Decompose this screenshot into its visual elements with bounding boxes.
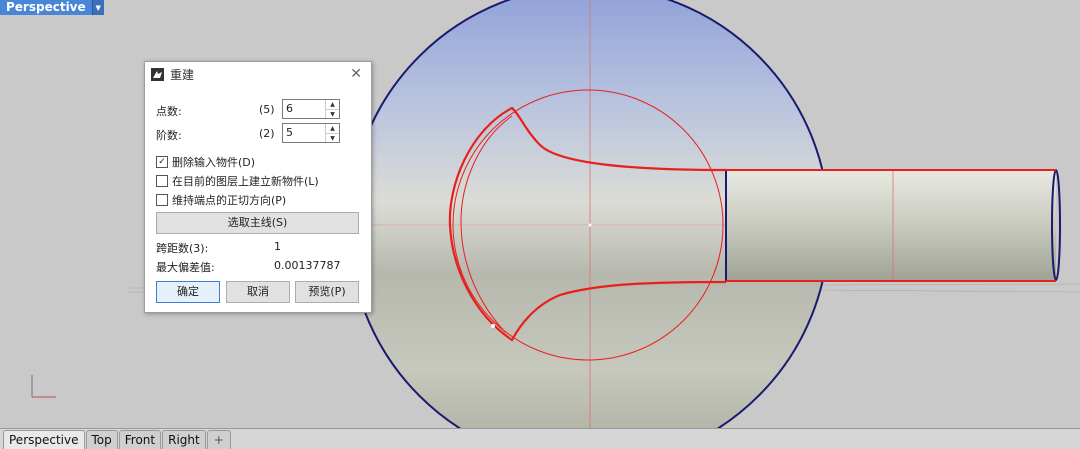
degree-stepper[interactable]: 5 ▲ ▼ (282, 123, 340, 143)
checkbox-label: 维持端点的正切方向(P) (172, 194, 287, 207)
checkbox-box[interactable] (156, 194, 168, 206)
point-count-value[interactable]: 6 (286, 102, 293, 115)
checkbox-box[interactable] (156, 175, 168, 187)
stepper-down-icon[interactable]: ▼ (326, 134, 339, 143)
keep-tangent-checkbox[interactable]: 维持端点的正切方向(P) (156, 192, 286, 208)
checkmark-icon[interactable]: ✓ (156, 156, 168, 168)
stepper-up-icon[interactable]: ▲ (326, 100, 339, 110)
rebuild-dialog: 重建 ✕ 点数: (5) 6 ▲ ▼ 阶数: (2) 5 ▲ ▼ ✓ 删除输入物… (144, 61, 372, 313)
checkbox-label: 删除输入物件(D) (172, 156, 256, 169)
degree-original: (2) (259, 127, 275, 140)
max-deviation-label: 最大偏差值: (156, 261, 215, 274)
add-viewport-icon[interactable]: + (206, 430, 231, 449)
current-layer-checkbox[interactable]: 在目前的图层上建立新物件(L) (156, 173, 319, 189)
span-count-value: 1 (274, 240, 281, 253)
point-count-label: 点数: (156, 105, 182, 118)
preview-button[interactable]: 预览(P) (295, 281, 359, 303)
cancel-button[interactable]: 取消 (226, 281, 290, 303)
viewport-menu-chevron-icon[interactable]: ▼ (91, 0, 104, 15)
cylinder-body (726, 170, 1056, 281)
point-count-stepper[interactable]: 6 ▲ ▼ (282, 99, 340, 119)
point-count-original: (5) (259, 103, 275, 116)
stepper-down-icon[interactable]: ▼ (326, 110, 339, 119)
viewport-name: Perspective (6, 0, 86, 14)
max-deviation-value: 0.00137787 (274, 259, 341, 272)
perspective-viewport[interactable]: Perspective ▼ 重建 ✕ 点数: (5) 6 ▲ ▼ 阶数: (2)… (0, 0, 1080, 428)
delete-input-checkbox[interactable]: ✓ 删除输入物件(D) (156, 154, 255, 170)
tab-perspective[interactable]: Perspective (3, 430, 85, 449)
stepper-up-icon[interactable]: ▲ (326, 124, 339, 134)
dialog-title: 重建 (170, 67, 195, 82)
degree-label: 阶数: (156, 129, 182, 142)
select-main-curve-button[interactable]: 选取主线(S) (156, 212, 359, 234)
axis-gizmo-icon (31, 375, 56, 398)
close-icon[interactable]: ✕ (350, 67, 362, 81)
rhino-app-icon (151, 67, 164, 81)
tab-top[interactable]: Top (85, 430, 118, 449)
ok-button[interactable]: 确定 (156, 281, 220, 303)
span-count-label: 跨距数(3): (156, 242, 209, 255)
tab-right[interactable]: Right (162, 430, 206, 449)
checkbox-label: 在目前的图层上建立新物件(L) (172, 175, 319, 188)
viewport-title[interactable]: Perspective ▼ (0, 0, 104, 15)
dialog-titlebar: 重建 ✕ (145, 62, 371, 86)
degree-value[interactable]: 5 (286, 126, 293, 139)
viewport-tab-bar: Perspective Top Front Right + (0, 428, 1080, 449)
tab-front[interactable]: Front (118, 430, 162, 449)
